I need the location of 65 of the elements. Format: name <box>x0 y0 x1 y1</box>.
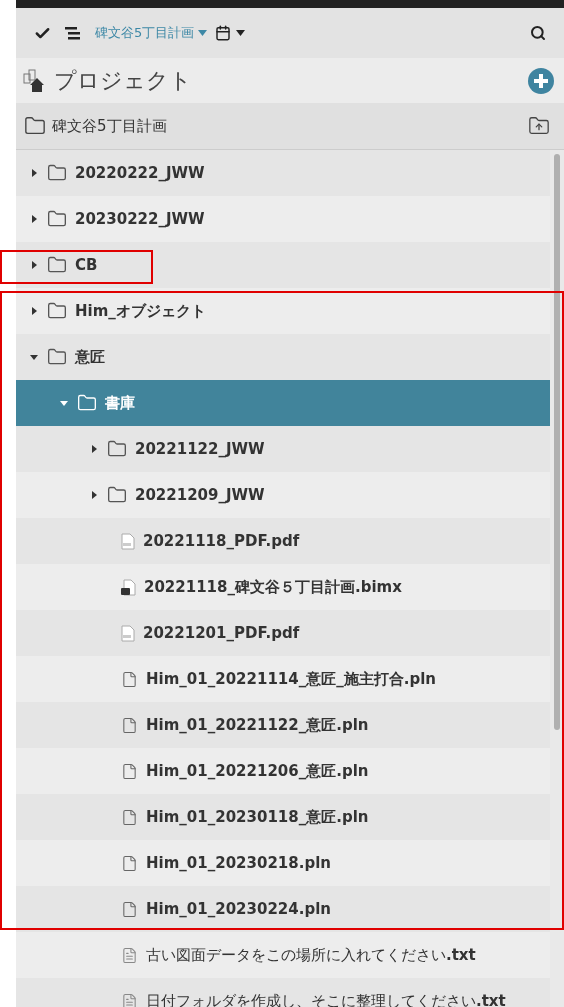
caret-down-icon[interactable] <box>29 352 39 362</box>
breadcrumb-folder: 碑文谷5丁目計画 <box>52 115 167 137</box>
scrollbar-thumb[interactable] <box>554 154 560 730</box>
caret-down-icon <box>236 30 246 36</box>
caret-down-icon <box>198 30 208 36</box>
text-file-icon <box>121 946 138 964</box>
caret-right-icon[interactable] <box>89 444 99 454</box>
folder-icon <box>47 163 67 183</box>
add-icon[interactable] <box>528 67 554 94</box>
tree-row[interactable]: Him_01_20230224.pln <box>16 886 550 932</box>
file-icon <box>121 900 138 918</box>
pdf-file-icon <box>121 532 135 550</box>
file-icon <box>121 808 138 826</box>
caret-right-icon[interactable] <box>29 306 39 316</box>
folder-icon <box>77 393 97 413</box>
header-title: プロジェクト <box>54 67 192 95</box>
tree-row[interactable]: 20221122_JWW <box>16 426 550 472</box>
file-name: Him_01_20230118_意匠.pln <box>146 806 369 828</box>
tree-row[interactable]: Him_01_20221122_意匠.pln <box>16 702 550 748</box>
pdf-file-icon <box>121 624 135 642</box>
folder-name: 20221209_JWW <box>135 484 265 506</box>
file-name: 古い図面データをこの場所に入れてください.txt <box>146 944 476 966</box>
file-icon <box>121 716 138 734</box>
folder-icon <box>47 301 67 321</box>
folder-name: 20220222_JWW <box>75 162 205 184</box>
bimx-file-icon <box>121 578 136 596</box>
file-name: 20221118_PDF.pdf <box>143 530 300 552</box>
folder-name: 意匠 <box>75 346 105 368</box>
calendar-dropdown[interactable] <box>215 25 246 41</box>
search-icon[interactable] <box>530 25 546 41</box>
tree-row[interactable]: 20221201_PDF.pdf <box>16 610 550 656</box>
list-icon[interactable] <box>65 26 81 40</box>
file-name: Him_01_20221122_意匠.pln <box>146 714 369 736</box>
caret-right-icon[interactable] <box>29 260 39 270</box>
file-name: Him_01_20221114_意匠_施主打合.pln <box>146 668 436 690</box>
file-name: Him_01_20221206_意匠.pln <box>146 760 369 782</box>
file-icon <box>121 670 138 688</box>
caret-right-icon[interactable] <box>89 490 99 500</box>
tree-row[interactable]: CB <box>16 242 550 288</box>
folder-name: 書庫 <box>105 392 135 414</box>
tree-row[interactable]: 書庫 <box>16 380 550 426</box>
file-icon <box>121 762 138 780</box>
caret-right-icon[interactable] <box>29 214 39 224</box>
file-name: 20221201_PDF.pdf <box>143 622 300 644</box>
tree-row[interactable]: 意匠 <box>16 334 550 380</box>
folder-name: CB <box>75 254 98 276</box>
tree-row[interactable]: 20221118_PDF.pdf <box>16 518 550 564</box>
folder-icon <box>24 115 46 137</box>
folder-icon <box>107 485 127 505</box>
text-file-icon <box>121 992 138 1007</box>
parent-folder-icon[interactable] <box>528 115 550 137</box>
tree-row[interactable]: 20220222_JWW <box>16 150 550 196</box>
tree-row[interactable]: Him_01_20230118_意匠.pln <box>16 794 550 840</box>
folder-name: Him_オブジェクト <box>75 300 206 322</box>
file-name: Him_01_20230224.pln <box>146 898 331 920</box>
folder-icon <box>107 439 127 459</box>
file-name: 20221118_碑文谷５丁目計画.bimx <box>144 576 402 598</box>
folder-icon <box>47 209 67 229</box>
file-icon <box>121 854 138 872</box>
file-name: Him_01_20230218.pln <box>146 852 331 874</box>
folder-icon <box>47 347 67 367</box>
folder-icon <box>47 255 67 275</box>
folder-name: 20230222_JWW <box>75 208 205 230</box>
caret-right-icon[interactable] <box>29 168 39 178</box>
folder-name: 20221122_JWW <box>135 438 265 460</box>
